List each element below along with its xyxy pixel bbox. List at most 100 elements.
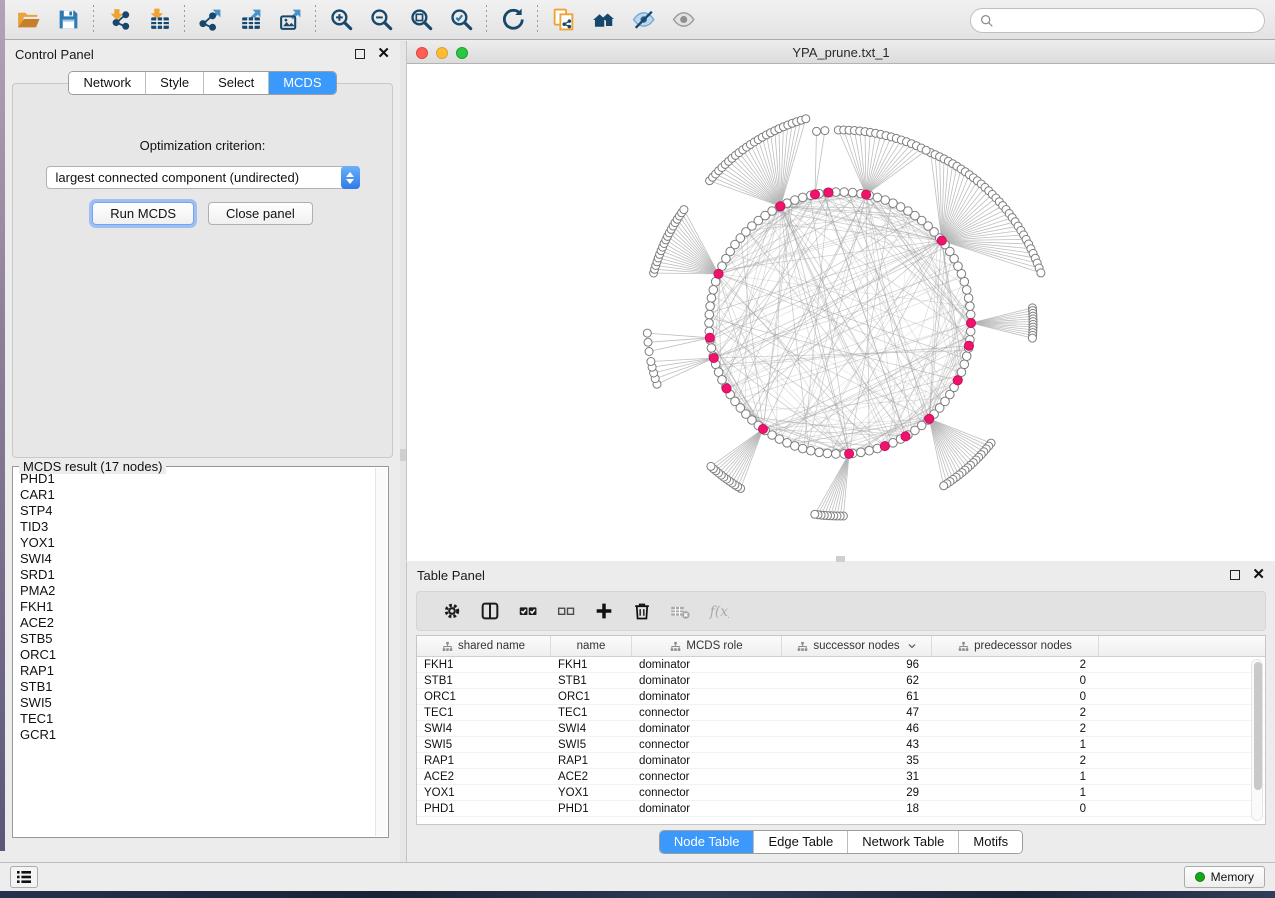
mcds-node-item[interactable]: PMA2 [20, 583, 374, 599]
list-icon [16, 870, 32, 884]
network-canvas[interactable] [407, 64, 1275, 560]
cell-shared-name: FKH1 [417, 659, 551, 671]
control-panel-tabs: NetworkStyleSelectMCDS [5, 71, 400, 95]
tab-select[interactable]: Select [204, 72, 269, 94]
refresh-icon[interactable] [492, 4, 532, 36]
table-row[interactable]: ACE2ACE2connector311 [417, 769, 1265, 785]
first-neighbors-icon[interactable] [583, 4, 623, 36]
tab-motifs[interactable]: Motifs [959, 831, 1022, 853]
gear-icon[interactable] [433, 595, 471, 627]
table-row[interactable]: FKH1FKH1dominator962 [417, 657, 1265, 673]
cell-successor-nodes: 18 [782, 803, 932, 815]
tab-network-table[interactable]: Network Table [848, 831, 959, 853]
hide-selected-icon[interactable] [623, 4, 663, 36]
tab-mcds[interactable]: MCDS [269, 72, 335, 94]
mcds-node-item[interactable]: YOX1 [20, 535, 374, 551]
column-header-MCDS-role[interactable]: MCDS role [632, 636, 782, 656]
window-close-icon[interactable] [416, 47, 428, 59]
table-row[interactable]: PHD1PHD1dominator180 [417, 801, 1265, 817]
network-window-titlebar[interactable]: YPA_prune.txt_1 [407, 41, 1275, 64]
mcds-result-list[interactable]: PHD1CAR1STP4TID3YOX1SWI4SRD1PMA2FKH1ACE2… [20, 471, 374, 835]
task-history-button[interactable] [10, 866, 38, 888]
zoom-selected-icon[interactable] [441, 4, 481, 36]
tab-style[interactable]: Style [146, 72, 204, 94]
mcds-node-item[interactable]: STP4 [20, 503, 374, 519]
save-icon[interactable] [48, 4, 88, 36]
network-window: YPA_prune.txt_1 [406, 41, 1275, 561]
cell-name: STB1 [551, 675, 632, 687]
table-scrollbar[interactable] [1251, 659, 1263, 821]
column-header-shared-name[interactable]: shared name [417, 636, 551, 656]
mcds-result-scrollbar[interactable] [375, 468, 387, 836]
mcds-node-item[interactable]: ORC1 [20, 647, 374, 663]
mcds-node-item[interactable]: SWI4 [20, 551, 374, 567]
delete-icon[interactable] [623, 595, 661, 627]
cell-successor-nodes: 62 [782, 675, 932, 687]
select-all-icon[interactable] [509, 595, 547, 627]
export-image-icon[interactable] [270, 4, 310, 36]
mcds-node-item[interactable]: TID3 [20, 519, 374, 535]
import-table-icon[interactable] [139, 4, 179, 36]
mcds-node-item[interactable]: SWI5 [20, 695, 374, 711]
mcds-node-item[interactable]: PHD1 [20, 471, 374, 487]
cell-MCDS-role: dominator [632, 691, 782, 703]
share-network-icon[interactable] [543, 4, 583, 36]
cell-successor-nodes: 43 [782, 739, 932, 751]
search-box[interactable] [970, 8, 1265, 33]
mcds-node-item[interactable]: CAR1 [20, 487, 374, 503]
table-row[interactable]: ORC1ORC1dominator610 [417, 689, 1265, 705]
cell-successor-nodes: 46 [782, 723, 932, 735]
mcds-node-item[interactable]: STB1 [20, 679, 374, 695]
open-icon[interactable] [8, 4, 48, 36]
column-type-icon [670, 641, 681, 652]
mcds-node-item[interactable]: ACE2 [20, 615, 374, 631]
toolbar-separator [93, 5, 94, 35]
zoom-out-icon[interactable] [361, 4, 401, 36]
zoom-fit-icon[interactable] [401, 4, 441, 36]
table-row[interactable]: RAP1RAP1dominator352 [417, 753, 1265, 769]
table-row[interactable]: SWI5SWI5connector431 [417, 737, 1265, 753]
column-header-successor-nodes[interactable]: successor nodes [782, 636, 932, 656]
mcds-result-box: MCDS result (17 nodes) PHD1CAR1STP4TID3Y… [12, 466, 389, 838]
close-panel-button[interactable]: Close panel [208, 202, 313, 225]
float-window-icon[interactable] [1230, 570, 1240, 580]
close-panel-icon[interactable]: ✕ [1252, 570, 1265, 580]
deselect-all-icon[interactable] [547, 595, 585, 627]
table-scrollbar-thumb[interactable] [1254, 662, 1262, 790]
run-mcds-button[interactable]: Run MCDS [92, 202, 194, 225]
split-view-icon[interactable] [471, 595, 509, 627]
mcds-panel: Optimization criterion: largest connecte… [12, 83, 393, 458]
mcds-node-item[interactable]: RAP1 [20, 663, 374, 679]
tab-edge-table[interactable]: Edge Table [754, 831, 848, 853]
column-header-predecessor-nodes[interactable]: predecessor nodes [932, 636, 1099, 656]
tab-network[interactable]: Network [69, 72, 146, 94]
cell-shared-name: SWI4 [417, 723, 551, 735]
window-zoom-icon[interactable] [456, 47, 468, 59]
mcds-node-item[interactable]: GCR1 [20, 727, 374, 743]
table-row[interactable]: STB1STB1dominator620 [417, 673, 1265, 689]
mcds-node-item[interactable]: STB5 [20, 631, 374, 647]
add-icon[interactable] [585, 595, 623, 627]
control-panel-title: Control Panel [15, 47, 355, 62]
export-network-icon[interactable] [190, 4, 230, 36]
cell-shared-name: SWI5 [417, 739, 551, 751]
column-header-name[interactable]: name [551, 636, 632, 656]
memory-button[interactable]: Memory [1184, 866, 1265, 888]
float-window-icon[interactable] [355, 49, 365, 59]
node-table: shared namenameMCDS rolesuccessor nodesp… [416, 635, 1266, 825]
table-row[interactable]: TEC1TEC1connector472 [417, 705, 1265, 721]
optimization-criterion-select[interactable]: largest connected component (undirected) [46, 166, 360, 189]
window-minimize-icon[interactable] [436, 47, 448, 59]
mcds-node-item[interactable]: FKH1 [20, 599, 374, 615]
cell-predecessor-nodes: 1 [932, 739, 1099, 751]
mcds-node-item[interactable]: SRD1 [20, 567, 374, 583]
mcds-node-item[interactable]: TEC1 [20, 711, 374, 727]
network-graph[interactable] [407, 64, 1275, 560]
zoom-in-icon[interactable] [321, 4, 361, 36]
close-panel-icon[interactable]: ✕ [377, 49, 390, 59]
tab-node-table[interactable]: Node Table [660, 831, 755, 853]
import-network-icon[interactable] [99, 4, 139, 36]
export-table-icon[interactable] [230, 4, 270, 36]
table-row[interactable]: YOX1YOX1connector291 [417, 785, 1265, 801]
table-row[interactable]: SWI4SWI4dominator462 [417, 721, 1265, 737]
